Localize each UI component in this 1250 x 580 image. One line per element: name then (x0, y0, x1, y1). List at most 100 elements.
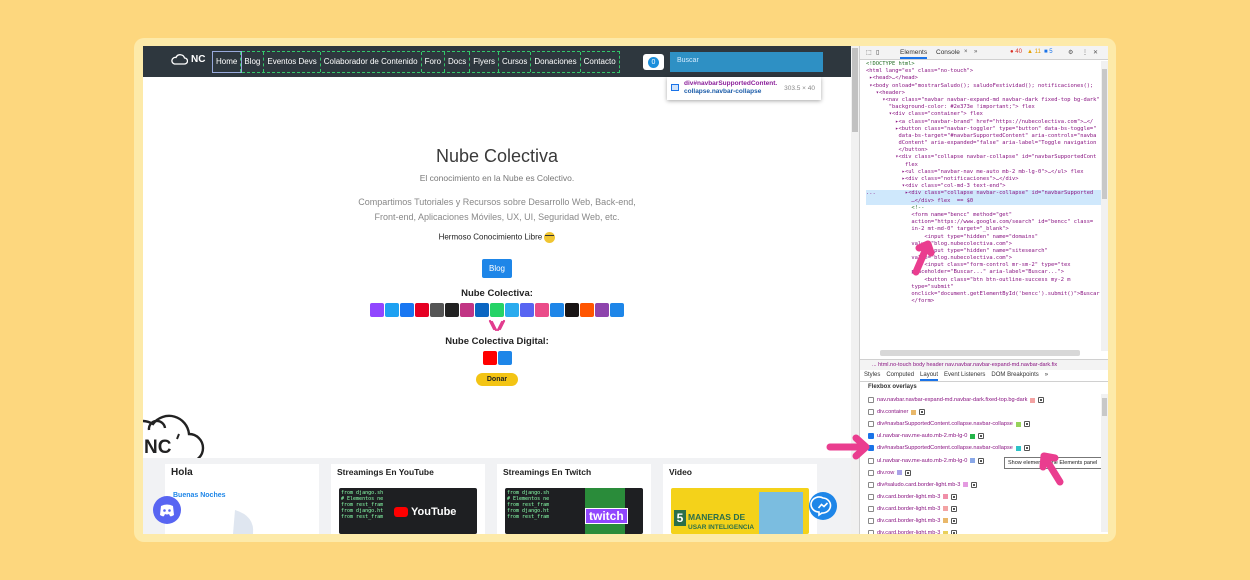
show-element-icon[interactable] (951, 517, 958, 524)
show-element-icon[interactable] (905, 469, 912, 476)
more-tabs-icon[interactable]: » (974, 49, 977, 55)
overlay-checkbox[interactable] (868, 505, 874, 512)
dom-breadcrumb[interactable]: ... html.no-touch body header nav.navbar… (860, 359, 1108, 370)
reddit-icon[interactable] (610, 303, 624, 317)
show-element-icon[interactable] (978, 433, 985, 440)
tab-layout[interactable]: Layout (920, 370, 939, 381)
telegram-icon[interactable] (505, 303, 519, 317)
dom-node-line[interactable]: <input type="hidden" name="sitesearch" (866, 248, 1101, 255)
close-tab-icon[interactable]: × (964, 49, 968, 55)
elements-hscrollbar[interactable] (880, 350, 1080, 356)
dom-node-line[interactable]: <button class="btn btn-outline-success m… (866, 277, 1101, 284)
overlay-checkbox[interactable] (868, 469, 874, 476)
donate-button[interactable]: Donar (475, 373, 519, 386)
dom-node-line[interactable]: in-2 mt-md-0" target="_blank"> (866, 226, 1101, 233)
overlay-color-swatch[interactable] (1015, 445, 1021, 451)
show-element-icon[interactable] (951, 505, 958, 512)
podcasts-icon[interactable] (595, 303, 609, 317)
overlay-color-swatch[interactable] (943, 506, 949, 512)
dom-node-line[interactable]: <input class="form-control mr-sm-2" type… (866, 262, 1101, 269)
overlay-color-swatch[interactable] (1015, 421, 1021, 427)
dom-node-line[interactable]: ▸<button class="navbar-toggler" type="bu… (866, 126, 1101, 133)
nav-item-flyers[interactable]: Flyers (470, 52, 500, 72)
tab-event-listeners[interactable]: Event Listeners (944, 370, 985, 381)
dom-node-line[interactable]: data-bs-target="#navbarSupportedContent"… (866, 133, 1101, 140)
nav-item-blog[interactable]: Blog (241, 52, 265, 72)
dom-node-line[interactable]: value="blog.nubecolectiva.com"> (866, 241, 1101, 248)
info-count[interactable]: ■ 5 (1044, 49, 1053, 55)
nav-item-foro[interactable]: Foro (422, 52, 446, 72)
elements-scrollbar[interactable] (1101, 61, 1108, 351)
tab-computed[interactable]: Computed (886, 370, 914, 381)
dom-node-line[interactable]: ▸<div class="notificaciones">…</div> (866, 176, 1101, 183)
dom-node-line[interactable]: …</div> flex == $0 (866, 197, 1101, 205)
dom-node-line[interactable]: onclick="document.getElementById('bencc'… (866, 291, 1101, 298)
discord-icon[interactable] (520, 303, 534, 317)
overlay-checkbox[interactable] (868, 421, 874, 428)
dom-node-line[interactable]: ▾<header> (866, 90, 1101, 97)
inspect-element-icon[interactable]: ⬚ (866, 49, 872, 56)
dom-node-line[interactable]: <!DOCTYPE html> (866, 61, 1101, 68)
youtube-thumbnail[interactable]: from django.sh # Elementos ne from rest_fr… (339, 488, 477, 534)
show-element-icon[interactable] (951, 530, 958, 534)
pinterest-icon[interactable] (415, 303, 429, 317)
overlay-checkbox[interactable] (868, 481, 874, 488)
overlay-checkbox[interactable] (868, 409, 874, 416)
show-element-icon[interactable] (1023, 445, 1030, 452)
dom-node-line[interactable]: placeholder="Buscar..." aria-label="Busc… (866, 269, 1101, 276)
dom-node-line[interactable]: flex (866, 162, 1101, 169)
tab-more[interactable]: » (1045, 370, 1048, 381)
whatsapp-icon[interactable] (490, 303, 504, 317)
github-icon[interactable] (445, 303, 459, 317)
tab-elements[interactable]: Elements (900, 49, 928, 59)
soundcloud-icon[interactable] (580, 303, 594, 317)
overlay-color-swatch[interactable] (943, 518, 949, 524)
overlay-checkbox[interactable] (868, 517, 874, 524)
show-element-icon[interactable] (971, 481, 978, 488)
overlay-color-swatch[interactable] (911, 409, 917, 415)
device-toolbar-icon[interactable]: ▯ (876, 49, 879, 56)
show-element-icon[interactable] (1023, 421, 1030, 428)
overlay-color-swatch[interactable] (970, 458, 976, 464)
podcast-icon[interactable] (550, 303, 564, 317)
overlay-checkbox[interactable] (868, 530, 874, 534)
close-devtools-icon[interactable]: ✕ (1093, 49, 1098, 56)
dom-node-line[interactable]: type="submit" (866, 284, 1101, 291)
navbar-brand[interactable]: NC (171, 54, 205, 65)
dom-node-line[interactable]: <html lang="es" class="no-touch"> (866, 68, 1101, 75)
dom-node-line[interactable]: dContent" aria-expanded="false" aria-lab… (866, 140, 1101, 147)
show-element-icon[interactable] (978, 457, 985, 464)
blog-button[interactable]: Blog (481, 259, 512, 278)
dom-node-line[interactable]: ▾<div class="container"> flex (866, 111, 1101, 118)
dom-node-line[interactable]: ▾<div class="collapse navbar-collapse" i… (866, 154, 1101, 161)
instagram-icon[interactable] (460, 303, 474, 317)
discord-widget-button[interactable] (153, 496, 181, 524)
dom-node-line[interactable]: <input type="hidden" name="domains" (866, 234, 1101, 241)
overlay-color-swatch[interactable] (963, 482, 969, 488)
messenger-button[interactable] (809, 492, 837, 520)
twitch-icon[interactable] (370, 303, 384, 317)
nav-item-donaciones[interactable]: Donaciones (531, 52, 581, 72)
dom-node-line[interactable]: <form name="bencc" method="get" (866, 212, 1101, 219)
dom-node-line[interactable]: ▾<div class="col-md-3 text-end"> (866, 183, 1101, 190)
show-element-icon[interactable] (1038, 397, 1045, 404)
youtube-icon[interactable] (482, 351, 497, 365)
twitch-thumbnail[interactable]: from django.sh # Elementos ne from rest_fr… (505, 488, 643, 534)
dom-node-line[interactable]: <!-- (866, 205, 1101, 212)
overlay-color-swatch[interactable] (943, 530, 949, 534)
layout-scrollbar[interactable] (1101, 394, 1108, 532)
tab-console[interactable]: Console (936, 49, 960, 56)
show-element-icon[interactable] (951, 493, 958, 500)
overlay-checkbox[interactable] (868, 397, 874, 404)
dom-node-line[interactable]: </button> (866, 147, 1101, 154)
linkedin-icon[interactable] (475, 303, 489, 317)
kebab-menu-icon[interactable]: ⋮ (1082, 49, 1088, 56)
nav-item-cursos[interactable]: Cursos (499, 52, 532, 72)
instagram-tv-icon[interactable] (430, 303, 444, 317)
dom-node-line[interactable]: ▾<body onload="mostrarSaludo(); saludoFe… (866, 83, 1101, 90)
overlay-color-swatch[interactable] (897, 470, 903, 476)
dom-node-line[interactable]: ▾<nav class="navbar navbar-expand-md nav… (866, 97, 1101, 104)
dom-node-line[interactable]: action="https://www.google.com/search" i… (866, 219, 1101, 226)
nav-item-contacto[interactable]: Contacto (581, 52, 619, 72)
discord-icon[interactable] (497, 351, 512, 365)
